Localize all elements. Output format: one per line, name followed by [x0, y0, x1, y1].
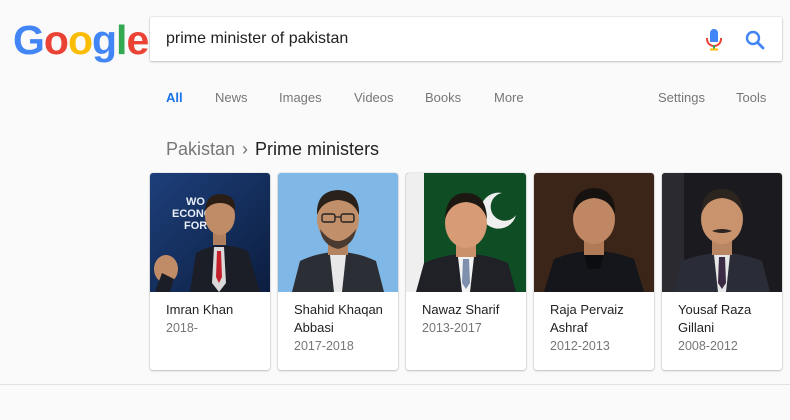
breadcrumb: Pakistan › Prime ministers [166, 139, 379, 160]
carousel-card-yousaf-raza-gillani[interactable]: Yousaf Raza Gillani 2008-2012 [662, 173, 782, 370]
portrait-photo [662, 173, 782, 292]
microphone-icon[interactable] [704, 28, 724, 52]
tab-settings[interactable]: Settings [658, 90, 705, 105]
logo-letter: e [126, 17, 149, 63]
google-logo[interactable]: Google [13, 17, 149, 63]
carousel-card-imran-khan[interactable]: WO ECONO FORU Imran Khan 2018- [150, 173, 270, 370]
search-box [150, 17, 782, 61]
card-years: 2008-2012 [678, 339, 738, 353]
card-years: 2017-2018 [294, 339, 354, 353]
divider [0, 384, 790, 385]
search-tabs: All News Images Videos Books More Settin… [0, 90, 790, 110]
logo-letter: G [13, 17, 45, 63]
card-years: 2012-2013 [550, 339, 610, 353]
portrait-photo [278, 173, 398, 292]
portrait-photo [534, 173, 654, 292]
breadcrumb-current: Prime ministers [255, 139, 380, 159]
tab-tools[interactable]: Tools [736, 90, 766, 105]
tab-news[interactable]: News [215, 90, 248, 105]
logo-letter: o [43, 17, 69, 63]
logo-letter: o [67, 17, 93, 63]
magnifier-icon[interactable] [744, 29, 766, 51]
card-years: 2018- [166, 321, 198, 335]
carousel-card-shahid-khaqan-abbasi[interactable]: Shahid Khaqan Abbasi 2017-2018 [278, 173, 398, 370]
tab-books[interactable]: Books [425, 90, 461, 105]
logo-letter: l [116, 17, 127, 63]
forum-banner-text: WO [186, 196, 205, 208]
card-name: Yousaf Raza Gillani [678, 302, 752, 335]
tab-more[interactable]: More [494, 90, 524, 105]
card-years: 2013-2017 [422, 321, 482, 335]
logo-letter: g [92, 17, 117, 63]
carousel-card-nawaz-sharif[interactable]: Nawaz Sharif 2013-2017 [406, 173, 526, 370]
carousel-card-raja-pervaiz-ashraf[interactable]: Raja Pervaiz Ashraf 2012-2013 [534, 173, 654, 370]
search-input[interactable] [166, 29, 686, 49]
portrait-photo [406, 173, 526, 292]
tab-videos[interactable]: Videos [354, 90, 394, 105]
tab-images[interactable]: Images [279, 90, 322, 105]
card-name: Nawaz Sharif [422, 302, 500, 317]
card-name: Imran Khan [166, 302, 234, 317]
card-name: Shahid Khaqan Abbasi [294, 302, 383, 335]
breadcrumb-parent[interactable]: Pakistan [166, 139, 235, 159]
card-name: Raja Pervaiz Ashraf [550, 302, 624, 335]
portrait-photo: WO ECONO FORU [150, 173, 270, 292]
tab-all[interactable]: All [166, 90, 183, 105]
breadcrumb-separator: › [242, 139, 249, 159]
